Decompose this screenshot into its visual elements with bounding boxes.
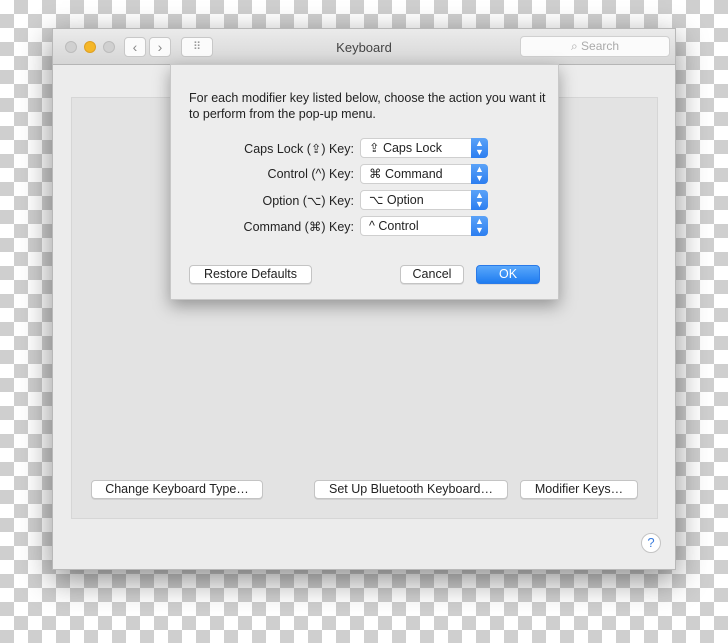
caps-lock-popup[interactable]: ⇪ Caps Lock ▲ ▼	[360, 138, 488, 158]
sheet-description: For each modifier key listed below, choo…	[189, 91, 546, 121]
popup-value: ^ Control	[369, 219, 419, 233]
search-placeholder: Search	[581, 39, 620, 53]
popup-value: ⌥ Option	[369, 193, 424, 207]
chevron-updown-icon: ▲ ▼	[471, 216, 488, 236]
chevron-updown-icon: ▲ ▼	[471, 164, 488, 184]
modifier-row-command: Command (⌘) Key: ^ Control ▲ ▼	[171, 216, 560, 236]
modifier-row-caps-lock: Caps Lock (⇪) Key: ⇪ Caps Lock ▲ ▼	[171, 138, 560, 158]
modifier-keys-sheet: For each modifier key listed below, choo…	[170, 64, 559, 300]
control-popup[interactable]: ⌘ Command ▲ ▼	[360, 164, 488, 184]
row-label: Command (⌘) Key:	[243, 220, 354, 234]
cancel-button[interactable]: Cancel	[400, 265, 464, 284]
chevron-updown-icon: ▲ ▼	[471, 138, 488, 158]
modifier-row-control: Control (^) Key: ⌘ Command ▲ ▼	[171, 164, 560, 184]
command-popup[interactable]: ^ Control ▲ ▼	[360, 216, 488, 236]
row-label: Option (⌥) Key:	[262, 194, 354, 208]
modifier-row-option: Option (⌥) Key: ⌥ Option ▲ ▼	[171, 190, 560, 210]
search-icon: ⌕	[570, 39, 582, 53]
change-keyboard-type-button[interactable]: Change Keyboard Type…	[91, 480, 263, 499]
option-popup[interactable]: ⌥ Option ▲ ▼	[360, 190, 488, 210]
setup-bluetooth-keyboard-button[interactable]: Set Up Bluetooth Keyboard…	[314, 480, 508, 499]
search-field[interactable]: ⌕ Search	[520, 36, 670, 57]
modifier-keys-button[interactable]: Modifier Keys…	[520, 480, 638, 499]
restore-defaults-button[interactable]: Restore Defaults	[189, 265, 312, 284]
chevron-updown-icon: ▲ ▼	[471, 190, 488, 210]
ok-button[interactable]: OK	[476, 265, 540, 284]
help-button[interactable]: ?	[641, 533, 661, 553]
popup-value: ⌘ Command	[369, 167, 443, 181]
title-bar: ‹ › ⠿ Keyboard ⌕ Search	[53, 29, 675, 65]
popup-value: ⇪ Caps Lock	[369, 141, 443, 155]
row-label: Caps Lock (⇪) Key:	[244, 142, 354, 156]
row-label: Control (^) Key:	[267, 167, 354, 181]
